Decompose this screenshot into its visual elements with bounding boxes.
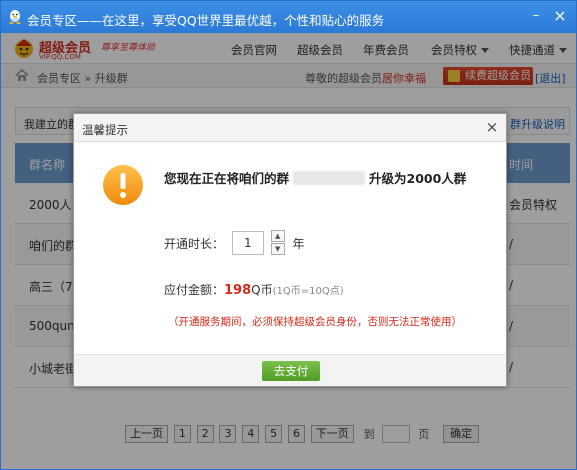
price-row: 应付金额：198Q币(1Q币=10Q点) — [164, 281, 344, 298]
pay-button[interactable]: 去支付 — [262, 361, 320, 381]
price-label: 应付金额： — [164, 283, 225, 297]
price-rate: (1Q币=10Q点) — [272, 286, 344, 297]
duration-stepper: ▲ ▼ — [270, 230, 285, 256]
price-currency: Q币 — [251, 283, 273, 297]
duration-row: 开通时长： 1 ▲ ▼ 年 — [164, 230, 305, 256]
dialog-footer: 去支付 — [74, 354, 506, 386]
decrement-button[interactable]: ▼ — [270, 243, 285, 255]
duration-unit: 年 — [292, 236, 305, 251]
duration-label: 开通时长： — [164, 236, 225, 251]
dialog-message: 您现在正在将咱们的群 升级为2000人群 — [164, 168, 494, 189]
minimize-button[interactable]: – — [529, 9, 543, 24]
message-after: 升级为2000人群 — [369, 171, 467, 186]
upgrade-dialog: 温馨提示 × 您现在正在将咱们的群 升级为2000人群 开通时长： 1 ▲ ▼ — [73, 113, 507, 387]
increment-button[interactable]: ▲ — [270, 230, 285, 242]
warning-icon — [103, 165, 143, 205]
window-title: 会员专区——在这里，享受QQ世界里最优越，个性和贴心的服务 — [27, 13, 385, 28]
service-note: （开通服务期间，必须保持超级会员身份，否则无法正常使用） — [168, 316, 462, 328]
qq-penguin-icon — [9, 10, 21, 24]
price-amount: 198 — [224, 283, 252, 298]
title-bar: 会员专区——在这里，享受QQ世界里最优越，个性和贴心的服务 – × — [1, 1, 576, 33]
window-close-button[interactable]: × — [552, 8, 568, 24]
message-before: 您现在正在将咱们的群 — [164, 171, 290, 186]
dialog-close-button[interactable]: × — [484, 117, 500, 137]
app-window: 会员专区——在这里，享受QQ世界里最优越，个性和贴心的服务 – × 超级会员 V… — [0, 0, 577, 470]
duration-input[interactable]: 1 — [231, 231, 264, 255]
redacted-group-name — [293, 171, 366, 185]
dialog-title: 温馨提示 — [82, 123, 128, 137]
dialog-header: 温馨提示 × — [74, 114, 506, 142]
